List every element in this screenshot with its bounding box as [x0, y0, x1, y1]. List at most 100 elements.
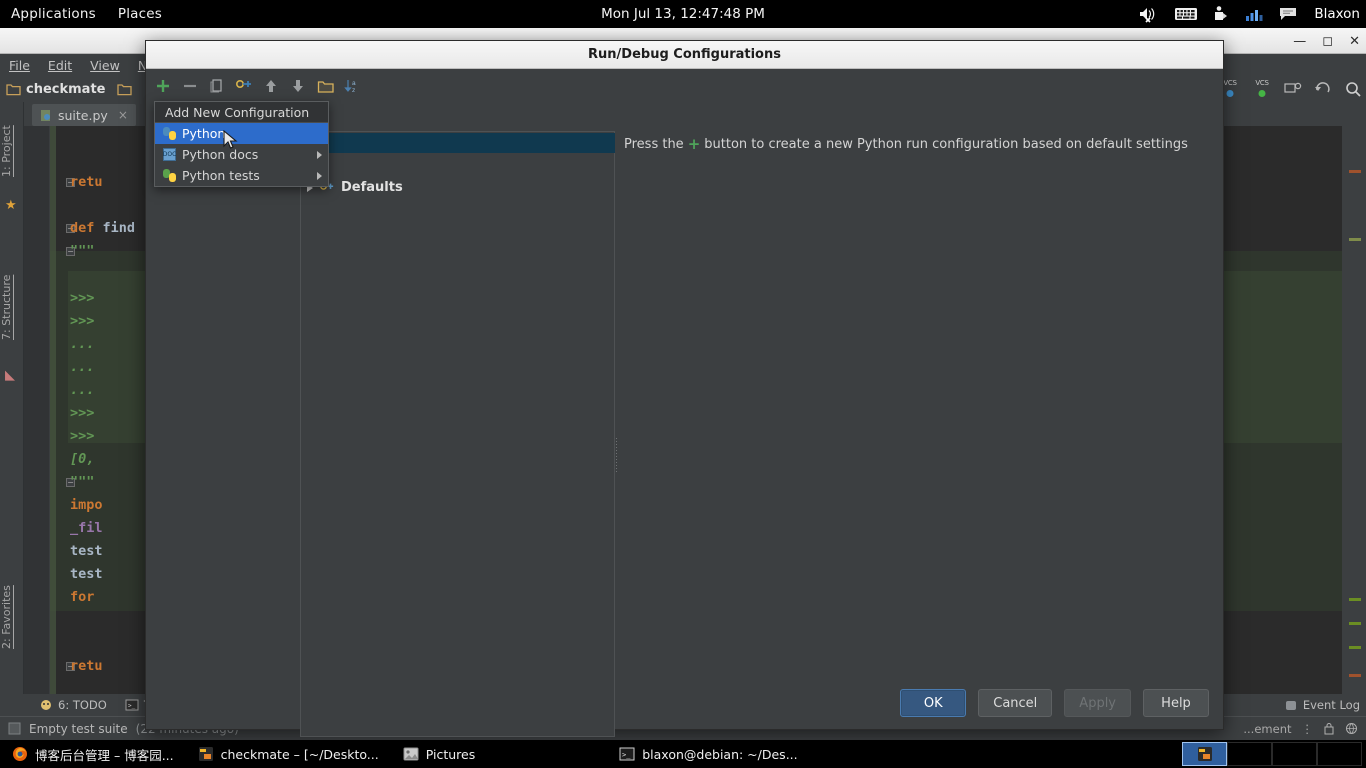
- code-line: ...: [70, 382, 94, 398]
- event-log-button[interactable]: Event Log: [1285, 694, 1360, 716]
- menu-item-label: Python docs: [182, 147, 259, 162]
- dialog-hint-text: Press the + button to create a new Pytho…: [624, 135, 1204, 153]
- help-button[interactable]: Help: [1143, 689, 1209, 717]
- code-token: >>>: [70, 405, 95, 421]
- tab-suite-py[interactable]: suite.py ×: [32, 104, 136, 126]
- tree-item-label: Defaults: [341, 180, 403, 195]
- system-tray: Blaxon: [1138, 0, 1360, 28]
- sort-az-icon: a z: [343, 80, 356, 94]
- tree-selected-row[interactable]: [302, 133, 615, 153]
- code-token: _fil: [70, 520, 103, 536]
- copy-configuration-button[interactable]: [206, 75, 228, 97]
- taskbar-item-label: blaxon@debian: ~/Des...: [642, 746, 798, 762]
- close-icon[interactable]: ✕: [1349, 35, 1360, 48]
- hint-before: Press the: [624, 136, 684, 152]
- code-line: for: [70, 589, 94, 605]
- chat-icon[interactable]: [1278, 6, 1298, 22]
- search-icon[interactable]: [1344, 81, 1362, 98]
- gnome-top-panel: Applications Places Mon Jul 13, 12:47:48…: [0, 0, 1366, 28]
- configurations-tree[interactable]: Defaults: [300, 131, 615, 737]
- vcs-toolbar: VCS VCS: [1220, 76, 1362, 102]
- line-separator-indicator[interactable]: ⋮: [1302, 722, 1314, 736]
- taskbar-item-label: checkmate – [~/Deskto...: [220, 746, 379, 762]
- workspace-3[interactable]: [1272, 742, 1317, 766]
- menu-item-label: Python: [182, 126, 226, 141]
- folder-icon: [117, 83, 133, 95]
- volume-muted-icon[interactable]: [1138, 5, 1160, 23]
- pycharm-icon: [198, 747, 213, 761]
- keyboard-icon[interactable]: [1174, 6, 1198, 22]
- folder-icon: [6, 83, 21, 95]
- image-viewer-icon: [403, 747, 419, 761]
- taskbar-item-pictures[interactable]: Pictures: [391, 740, 488, 768]
- breadcrumb-folder[interactable]: [111, 83, 138, 96]
- code-token: find: [102, 220, 136, 236]
- breadcrumb-project[interactable]: checkmate: [0, 82, 111, 97]
- code-token: >>>: [70, 428, 95, 444]
- code-token: test: [70, 566, 103, 582]
- plus-icon: [157, 80, 169, 92]
- code-token: for: [70, 589, 95, 605]
- taskbar-item-firefox[interactable]: 博客后台管理 – 博客园...: [0, 740, 186, 768]
- menu-item-python-docs[interactable]: DOC Python docs: [155, 144, 328, 165]
- move-up-button[interactable]: [260, 75, 282, 97]
- menu-view[interactable]: View: [81, 58, 129, 73]
- code-token: test: [70, 543, 103, 559]
- right-marker-stripe[interactable]: [1342, 126, 1366, 722]
- lock-icon[interactable]: [1323, 722, 1335, 735]
- vcs-rollback-icon[interactable]: [1314, 81, 1332, 97]
- menu-item-python-tests[interactable]: Python tests: [155, 165, 328, 186]
- tool-window-todo[interactable]: 6: TODO: [30, 698, 116, 712]
- tab-close-icon[interactable]: ×: [114, 108, 128, 122]
- code-token: impo: [70, 497, 103, 513]
- code-line: >>>: [70, 313, 94, 329]
- create-folder-button[interactable]: [314, 75, 336, 97]
- ok-button[interactable]: OK: [900, 689, 967, 717]
- window-controls: — ◻ ✕: [1293, 28, 1360, 54]
- edit-templates-button[interactable]: [233, 75, 255, 97]
- taskbar-item-terminal[interactable]: >_ blaxon@debian: ~/Des...: [607, 740, 809, 768]
- code-token: retu: [70, 174, 103, 190]
- add-new-configuration-menu: Add New Configuration Python DOC Python …: [154, 101, 329, 187]
- sort-configurations-button[interactable]: a z: [341, 75, 363, 97]
- sidebar-item-favorites[interactable]: 2: Favorites: [0, 562, 24, 672]
- vcs-diff-icon[interactable]: [1284, 81, 1302, 97]
- minimize-icon[interactable]: —: [1293, 35, 1306, 48]
- arrow-up-icon: [266, 80, 276, 92]
- menu-file[interactable]: File: [0, 58, 39, 73]
- sidebar-item-project[interactable]: 1: Project: [0, 108, 24, 194]
- add-configuration-button[interactable]: [152, 75, 174, 97]
- taskbar-item-pycharm[interactable]: checkmate – [~/Deskto...: [186, 740, 391, 768]
- wrench-icon: [235, 79, 251, 89]
- pycharm-icon: [1197, 747, 1212, 761]
- sidebar-item-structure[interactable]: 7: Structure: [0, 252, 24, 362]
- taskbar: 博客后台管理 – 博客园... checkmate – [~/Deskto...…: [0, 740, 1366, 768]
- maximize-icon[interactable]: ◻: [1322, 35, 1333, 48]
- encoding-globe-icon[interactable]: [1345, 722, 1358, 735]
- code-token: retu: [70, 658, 103, 674]
- workspace-4[interactable]: [1317, 742, 1362, 766]
- svg-text:a: a: [352, 80, 356, 87]
- python-icon: [163, 127, 176, 140]
- svg-text:>_: >_: [128, 703, 136, 710]
- workspace-1[interactable]: [1182, 742, 1227, 766]
- remove-configuration-button[interactable]: [179, 75, 201, 97]
- python-docs-icon: DOC: [163, 148, 176, 161]
- vcs-commit-icon[interactable]: VCS: [1252, 79, 1272, 98]
- code-line: >>>: [70, 428, 94, 444]
- project-tool-icon: ★: [5, 198, 17, 213]
- menu-item-python[interactable]: Python: [155, 123, 328, 144]
- cancel-button[interactable]: Cancel: [978, 689, 1053, 717]
- svg-text:z: z: [352, 87, 355, 94]
- user-menu[interactable]: Blaxon: [1312, 6, 1360, 22]
- workspace-2[interactable]: [1227, 742, 1272, 766]
- move-down-button[interactable]: [287, 75, 309, 97]
- mouse-cursor: [223, 130, 238, 149]
- accessibility-icon[interactable]: [1212, 5, 1230, 23]
- menu-edit[interactable]: Edit: [39, 58, 81, 73]
- code-line: ...: [70, 336, 94, 352]
- todo-icon: [41, 699, 51, 710]
- code-line: _fil: [70, 520, 103, 536]
- panel-splitter-handle[interactable]: [615, 437, 620, 472]
- network-signal-icon[interactable]: [1244, 6, 1264, 22]
